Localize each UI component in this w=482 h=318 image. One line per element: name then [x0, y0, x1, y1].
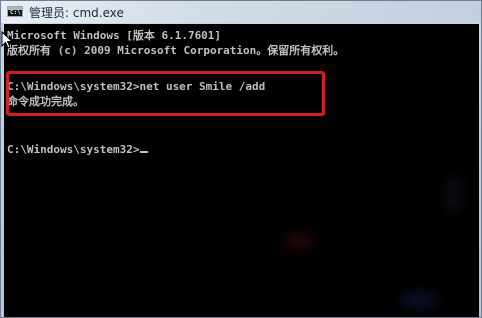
cmd-icon[interactable]: C:\ [7, 6, 23, 17]
console-line-copyright: 版权所有 (c) 2009 Microsoft Corporation。保留所有… [7, 44, 345, 57]
highlight-annotation-box [6, 71, 325, 116]
text-cursor [140, 151, 149, 153]
cmd-window: C:\ 管理员: cmd.exe Microsoft Windows [版本 6… [0, 0, 482, 318]
screen-glare [444, 174, 464, 214]
screen-glare [284, 234, 314, 248]
screen-glare [399, 292, 439, 308]
window-title: 管理员: cmd.exe [29, 6, 124, 20]
cmd-icon-glyph: C:\ [10, 9, 21, 16]
console-output[interactable]: Microsoft Windows [版本 6.1.7601] 版权所有 (c)… [4, 24, 479, 317]
prompt-text: C:\Windows\system32> [7, 143, 140, 156]
mouse-pointer-icon [1, 31, 13, 49]
console-line-prompt[interactable]: C:\Windows\system32> [7, 142, 149, 157]
title-bar[interactable]: C:\ 管理员: cmd.exe [1, 1, 481, 23]
console-line-version: Microsoft Windows [版本 6.1.7601] [7, 29, 222, 42]
